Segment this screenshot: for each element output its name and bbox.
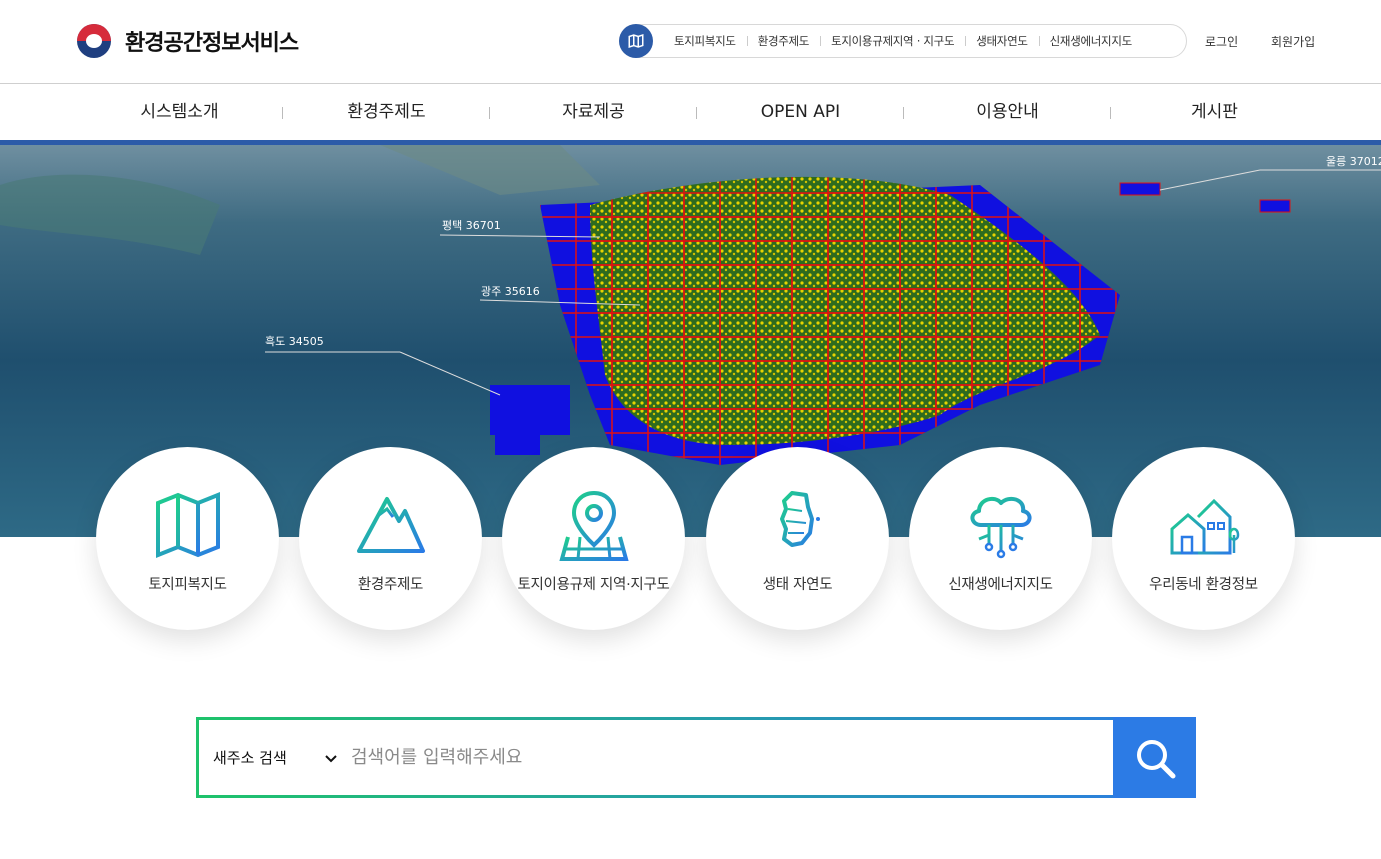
- main-nav: 시스템소개 환경주제도 자료제공 OPEN API 이용안내 게시판: [0, 85, 1381, 140]
- quick-link-land-use[interactable]: 토지이용규제지역 · 지구도: [820, 33, 965, 49]
- quick-link-env-theme[interactable]: 환경주제도: [746, 33, 820, 49]
- quick-link-renewable[interactable]: 신재생에너지지도: [1038, 33, 1143, 49]
- card-label: 신재생에너지지도: [948, 577, 1053, 593]
- login-link[interactable]: 로그인: [1205, 33, 1238, 50]
- card-land-cover[interactable]: 토지피복지도: [96, 447, 279, 630]
- nav-system-intro[interactable]: 시스템소개: [76, 85, 283, 140]
- nav-data[interactable]: 자료제공: [489, 85, 697, 140]
- search-box: 새주소 검색: [196, 717, 1196, 798]
- card-label: 토지이용규제 지역·지구도: [517, 577, 670, 593]
- quick-links-bar: 토지피복지도 환경주제도 토지이용규제지역 · 지구도 생태자연도 신재생에너지…: [619, 24, 1187, 58]
- callout-ulleung: 울릉 37012: [1326, 155, 1381, 168]
- search-type-select[interactable]: 새주소 검색: [199, 747, 349, 768]
- quick-link-ecology[interactable]: 생태자연도: [965, 33, 1038, 49]
- card-label: 환경주제도: [357, 577, 424, 593]
- card-neighborhood[interactable]: 우리동네 환경정보: [1112, 447, 1295, 630]
- card-ecology[interactable]: 생태 자연도: [706, 447, 889, 630]
- callout-gwangju: 광주 35616: [481, 285, 540, 298]
- nav-board[interactable]: 게시판: [1110, 85, 1318, 140]
- government-emblem-icon: [77, 24, 111, 58]
- callout-pyeongtaek: 평택 36701: [442, 219, 501, 232]
- nav-open-api[interactable]: OPEN API: [696, 85, 904, 140]
- nav-env-theme[interactable]: 환경주제도: [282, 85, 490, 140]
- card-label: 우리동네 환경정보: [1149, 577, 1258, 593]
- callout-heukdo: 흑도 34505: [265, 334, 324, 348]
- card-label: 생태 자연도: [762, 577, 833, 593]
- nav-guide[interactable]: 이용안내: [903, 85, 1111, 140]
- houses-icon: [1168, 498, 1240, 555]
- search-icon: [1136, 739, 1175, 778]
- folded-map-icon: [156, 492, 220, 558]
- signup-link[interactable]: 회원가입: [1271, 33, 1315, 50]
- card-renewable[interactable]: 신재생에너지지도: [909, 447, 1092, 630]
- cloud-network-icon: [970, 496, 1032, 559]
- site-header: 환경공간정보서비스 토지피복지도 환경주제도 토지이용규제지역 · 지구도 생태…: [0, 0, 1381, 84]
- map-pin-icon: [559, 490, 629, 561]
- quick-link-land-cover[interactable]: 토지피복지도: [663, 33, 747, 49]
- search-input[interactable]: [349, 726, 1193, 789]
- search-button[interactable]: [1113, 717, 1196, 798]
- map-icon[interactable]: [619, 24, 653, 58]
- card-label: 토지피복지도: [148, 577, 227, 593]
- search-type-value: 새주소 검색: [213, 749, 287, 767]
- site-logo[interactable]: 환경공간정보서비스: [77, 24, 299, 58]
- korea-outline-icon: [780, 491, 820, 555]
- site-title: 환경공간정보서비스: [125, 31, 299, 56]
- card-land-use[interactable]: 토지이용규제 지역·지구도: [502, 447, 685, 630]
- service-cards: 토지피복지도 환경주제도 토지이용규제 지역·지구도 생태 자연도 신재생에너지…: [96, 447, 1296, 631]
- card-env-theme[interactable]: 환경주제도: [299, 447, 482, 630]
- mountain-icon: [357, 497, 425, 553]
- chevron-down-icon: [325, 749, 337, 767]
